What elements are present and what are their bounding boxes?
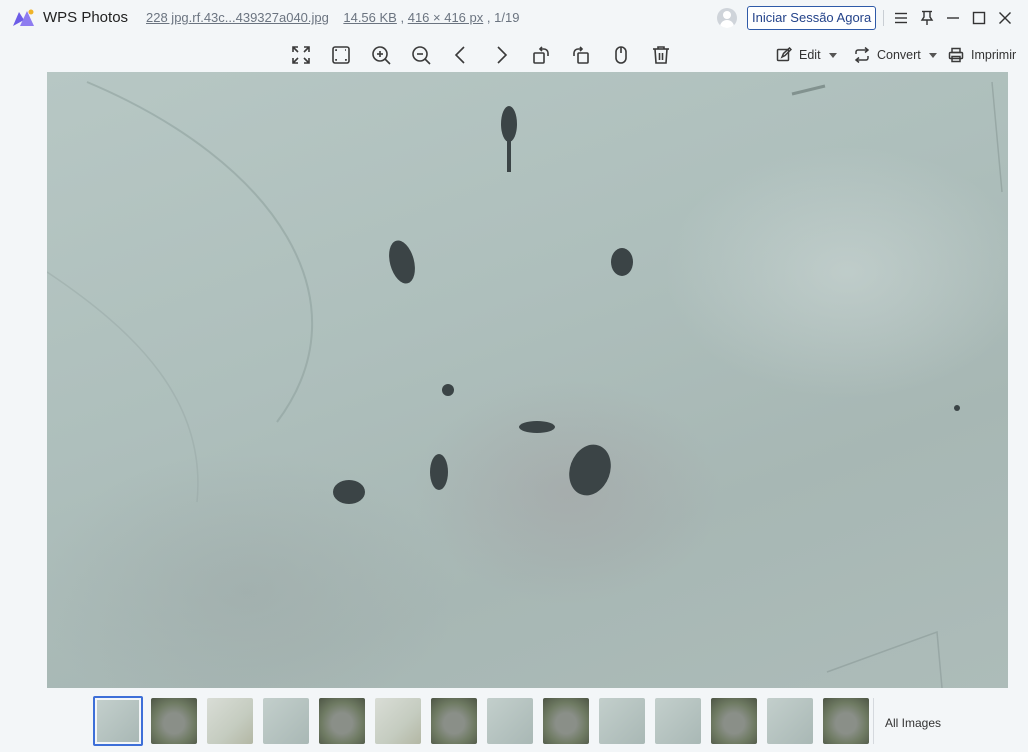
thumbnail-item[interactable] [767,698,813,744]
thumbnail-item[interactable] [711,698,757,744]
image-position: 1/19 [494,10,520,25]
edit-button[interactable]: Edit [776,45,837,65]
app-title: WPS Photos [43,9,129,26]
fit-screen-icon[interactable] [289,43,313,67]
all-images-link[interactable]: All Images [885,716,941,730]
chevron-down-icon [828,52,837,58]
thumbnail-divider [873,698,874,744]
thumbnail-image [151,698,197,744]
maximize-icon[interactable] [969,8,989,28]
thumbnail-image [207,698,253,744]
wps-photos-logo-icon [13,9,34,26]
actual-size-icon[interactable] [329,43,353,67]
thumbnail-image [655,698,701,744]
menu-icon[interactable] [891,8,911,28]
thumbnail-image [543,698,589,744]
convert-button[interactable]: Convert [854,45,937,65]
thumbnail-strip: All Images [0,692,1028,748]
file-size-link[interactable]: 14.56 KB [343,10,397,25]
thumbnail-image [487,698,533,744]
image-toolbar: Edit Convert Imprimir [0,36,1028,72]
thumbnail-item[interactable] [375,698,421,744]
login-button[interactable]: Iniciar Sessão Agora [747,6,877,30]
file-name-link[interactable]: 228 jpg.rf.43c...439327a040.jpg [146,10,329,25]
thumbnail-item[interactable] [207,698,253,744]
thumbnail-image [97,700,139,742]
file-info: 228 jpg.rf.43c...439327a040.jpg 14.56 KB… [146,10,520,25]
mouse-icon[interactable] [609,43,633,67]
thumbnail-item[interactable] [93,696,143,746]
thumbnail-image [599,698,645,744]
thumbnail-image [767,698,813,744]
edit-label: Edit [799,48,821,62]
zoom-in-icon[interactable] [369,43,393,67]
print-button[interactable]: Imprimir [948,45,1016,65]
thumbnail-image [711,698,757,744]
zoom-out-icon[interactable] [409,43,433,67]
thumbnail-image [263,698,309,744]
pin-icon[interactable] [917,8,937,28]
thumbnail-item[interactable] [263,698,309,744]
title-divider [883,10,884,26]
next-icon[interactable] [489,43,513,67]
minimize-icon[interactable] [943,8,963,28]
delete-icon[interactable] [649,43,673,67]
close-icon[interactable] [995,8,1015,28]
aerial-photo [47,81,1003,688]
thumbnail-item[interactable] [487,698,533,744]
dimensions-link[interactable]: 416 × 416 px [408,10,484,25]
edit-icon [776,47,792,62]
thumbnail-item[interactable] [599,698,645,744]
thumbnail-item[interactable] [319,698,365,744]
thumbnail-item[interactable] [431,698,477,744]
main-image[interactable] [47,72,1008,688]
chevron-down-icon [928,52,937,58]
thumbnail-image [431,698,477,744]
convert-label: Convert [877,48,921,62]
thumbnail-item[interactable] [543,698,589,744]
previous-icon[interactable] [449,43,473,67]
thumbnail-image [319,698,365,744]
print-label: Imprimir [971,48,1017,62]
printer-icon [948,47,964,63]
thumbnail-item[interactable] [823,698,869,744]
avatar[interactable] [717,8,737,28]
convert-icon [854,47,870,63]
thumbnail-image [375,698,421,744]
thumbnail-image [823,698,869,744]
rotate-left-icon[interactable] [529,43,553,67]
thumbnail-item[interactable] [655,698,701,744]
thumbnail-item[interactable] [151,698,197,744]
rotate-right-icon[interactable] [569,43,593,67]
title-bar: WPS Photos 228 jpg.rf.43c...439327a040.j… [0,0,1028,36]
